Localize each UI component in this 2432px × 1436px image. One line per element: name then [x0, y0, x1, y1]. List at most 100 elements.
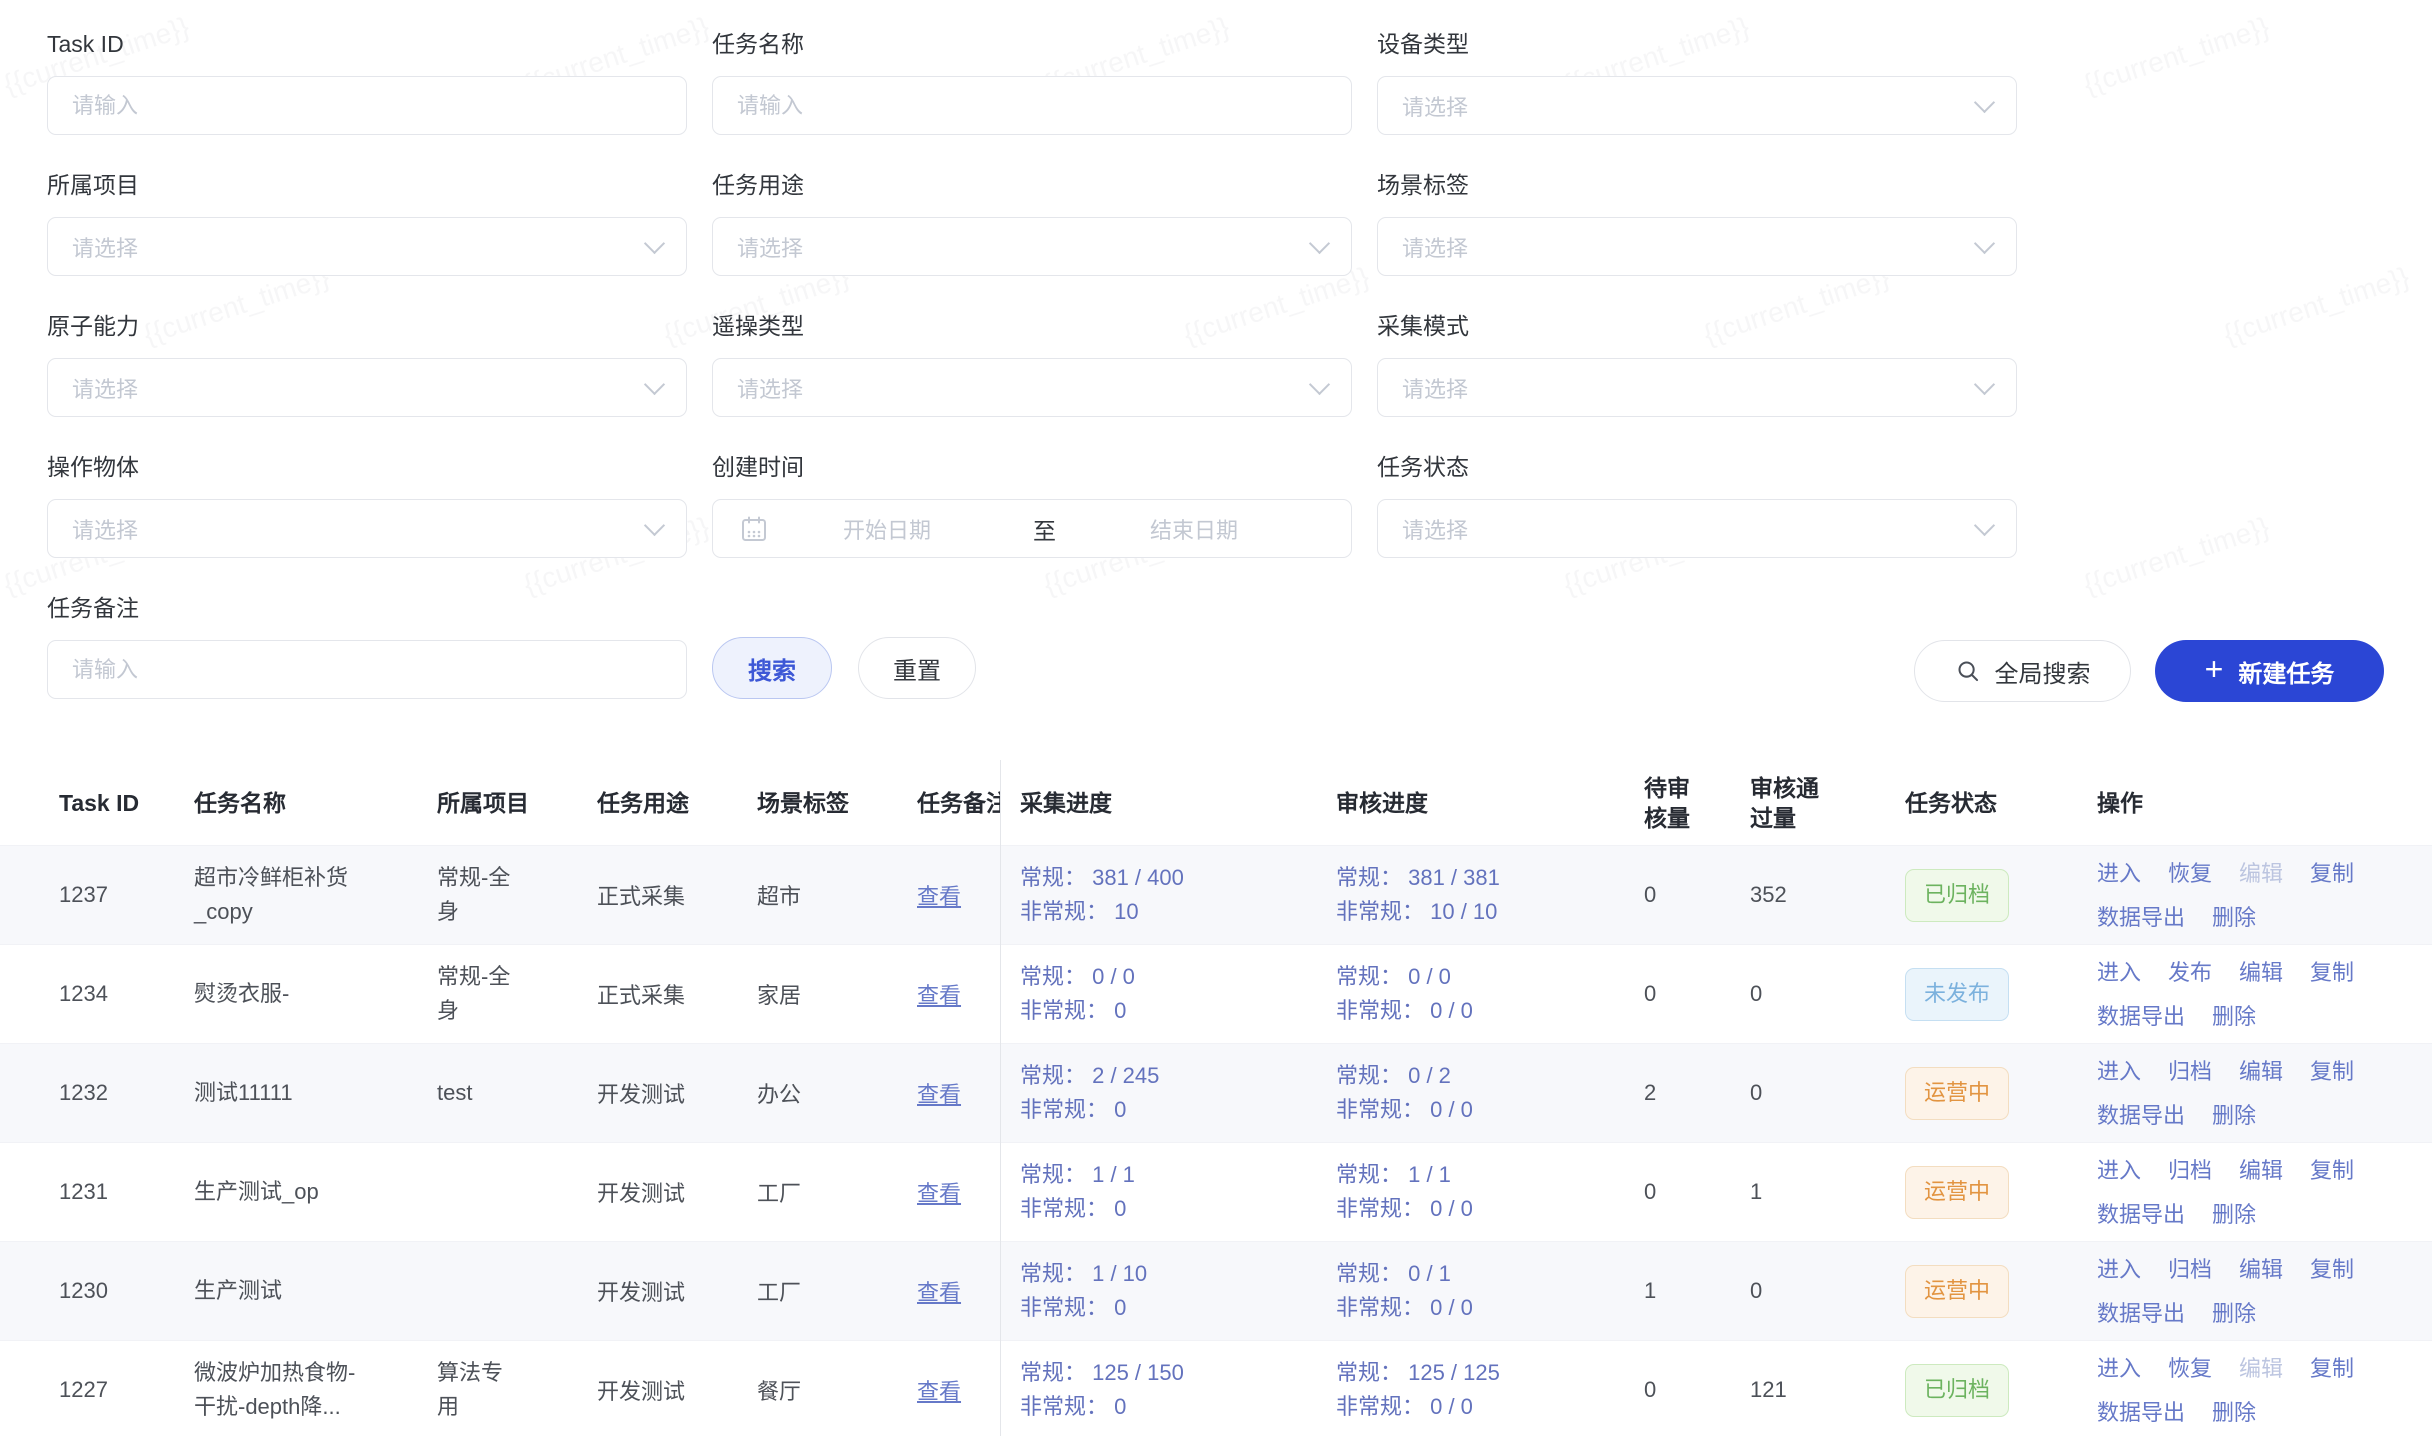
action-link[interactable]: 复制 [2310, 1353, 2354, 1384]
action-link[interactable]: 进入 [2097, 957, 2141, 988]
action-link[interactable]: 数据导出 [2097, 1397, 2185, 1428]
operation-links: 进入恢复编辑复制数据导出删除 [2097, 858, 2388, 933]
view-remark-link[interactable]: 查看 [917, 1379, 961, 1404]
atomic-ability-select[interactable]: 请选择 [47, 358, 687, 417]
operate-object-label: 操作物体 [47, 453, 687, 481]
view-remark-link[interactable]: 查看 [917, 884, 961, 909]
cell-task-status: 运营中 [1901, 1067, 2091, 1120]
task-status-select[interactable]: 请选择 [1377, 499, 2017, 558]
cell-task-name: 生产测试_op [194, 1175, 437, 1209]
action-link[interactable]: 归档 [2168, 1155, 2212, 1186]
action-link[interactable]: 进入 [2097, 858, 2141, 889]
filter-scene-tag: 场景标签 请选择 [1377, 171, 2017, 276]
task-name-input[interactable] [712, 76, 1352, 135]
end-date-placeholder[interactable]: 结束日期 [1150, 513, 1238, 545]
action-link[interactable]: 编辑 [2239, 1254, 2283, 1285]
action-link[interactable]: 进入 [2097, 1056, 2141, 1087]
action-link[interactable]: 复制 [2310, 1254, 2354, 1285]
chevron-down-icon [1974, 232, 1995, 253]
select-placeholder: 请选择 [1402, 90, 1468, 122]
plus-icon: + [2205, 653, 2224, 685]
watermark-text: {{current_time}} [2080, 511, 2273, 601]
view-remark-link[interactable]: 查看 [917, 983, 961, 1008]
collect-mode-select[interactable]: 请选择 [1377, 358, 2017, 417]
task-name-text: 生产测试_op [194, 1175, 319, 1209]
operation-links: 进入归档编辑复制数据导出删除 [2097, 1254, 2388, 1329]
action-link[interactable]: 删除 [2212, 1298, 2256, 1329]
action-link[interactable]: 编辑 [2239, 1056, 2283, 1087]
action-link[interactable]: 删除 [2212, 1100, 2256, 1131]
calendar-icon [739, 514, 769, 544]
view-remark-link[interactable]: 查看 [917, 1082, 961, 1107]
action-link[interactable]: 复制 [2310, 1056, 2354, 1087]
cell-task-id: 1234 [0, 981, 194, 1007]
global-search-button[interactable]: 全局搜索 [1914, 640, 2131, 702]
view-remark-link[interactable]: 查看 [917, 1181, 961, 1206]
project-select[interactable]: 请选择 [47, 217, 687, 276]
task-name-text: 生产测试 [194, 1274, 282, 1308]
cell-project: 常规-全身 [437, 861, 597, 929]
task-remark-input[interactable] [47, 640, 687, 699]
cell-remark: 查看 [917, 1374, 1000, 1406]
cell-task-status: 已归档 [1901, 869, 2091, 922]
search-icon [1955, 658, 1982, 685]
action-link[interactable]: 复制 [2310, 1155, 2354, 1186]
status-badge: 运营中 [1905, 1265, 2009, 1318]
action-link[interactable]: 数据导出 [2097, 1100, 2185, 1131]
action-link[interactable]: 删除 [2212, 902, 2256, 933]
global-search-label: 全局搜索 [1995, 654, 2091, 689]
action-link[interactable]: 进入 [2097, 1254, 2141, 1285]
action-link[interactable]: 进入 [2097, 1353, 2141, 1384]
action-link[interactable]: 删除 [2212, 1397, 2256, 1428]
action-link[interactable]: 编辑 [2239, 957, 2283, 988]
action-link[interactable]: 发布 [2168, 957, 2212, 988]
header-approved-count: 审核通过量 [1746, 773, 1901, 833]
filter-collect-mode: 采集模式 请选择 [1377, 312, 2017, 417]
review-progress-line: 非常规： 0 / 0 [1336, 994, 1636, 1028]
filter-task-remark: 任务备注 [47, 594, 687, 699]
cell-collect-progress: 常规： 2 / 245非常规： 0 [1000, 1059, 1330, 1127]
action-link[interactable]: 数据导出 [2097, 902, 2185, 933]
action-link[interactable]: 删除 [2212, 1199, 2256, 1230]
select-placeholder: 请选择 [737, 231, 803, 263]
filter-task-status: 任务状态 请选择 [1377, 453, 2017, 558]
filter-purpose: 任务用途 请选择 [712, 171, 1352, 276]
cell-project [437, 1179, 597, 1205]
scene-tag-select[interactable]: 请选择 [1377, 217, 2017, 276]
action-link[interactable]: 复制 [2310, 858, 2354, 889]
action-link[interactable]: 删除 [2212, 1001, 2256, 1032]
start-date-placeholder[interactable]: 开始日期 [843, 513, 931, 545]
action-link[interactable]: 编辑 [2239, 1155, 2283, 1186]
view-remark-link[interactable]: 查看 [917, 1280, 961, 1305]
cell-pending-count: 0 [1636, 1377, 1746, 1403]
action-link[interactable]: 数据导出 [2097, 1199, 2185, 1230]
review-progress-line: 非常规： 0 / 0 [1336, 1093, 1636, 1127]
reset-button[interactable]: 重置 [858, 637, 976, 699]
cell-project: 常规-全身 [437, 960, 597, 1028]
device-type-select[interactable]: 请选择 [1377, 76, 2017, 135]
header-collect-progress: 采集进度 [1000, 788, 1330, 818]
action-link[interactable]: 恢复 [2168, 1353, 2212, 1384]
status-badge: 运营中 [1905, 1166, 2009, 1219]
purpose-select[interactable]: 请选择 [712, 217, 1352, 276]
action-link[interactable]: 归档 [2168, 1254, 2212, 1285]
action-link[interactable]: 数据导出 [2097, 1298, 2185, 1329]
action-link[interactable]: 进入 [2097, 1155, 2141, 1186]
action-link[interactable]: 数据导出 [2097, 1001, 2185, 1032]
table-row: 1234熨烫衣服-常规-全身正式采集家居查看常规： 0 / 0非常规： 0常规：… [0, 944, 2432, 1043]
action-link[interactable]: 归档 [2168, 1056, 2212, 1087]
header-scene-tag: 场景标签 [757, 788, 917, 818]
action-link[interactable]: 复制 [2310, 957, 2354, 988]
teleop-type-select[interactable]: 请选择 [712, 358, 1352, 417]
task-name-text: 微波炉加热食物-干扰-depth降... [194, 1356, 366, 1424]
create-time-range-picker[interactable]: 开始日期 至 结束日期 [712, 499, 1352, 558]
operate-object-select[interactable]: 请选择 [47, 499, 687, 558]
search-button[interactable]: 搜索 [712, 637, 832, 699]
task-id-input[interactable] [47, 76, 687, 135]
action-link[interactable]: 恢复 [2168, 858, 2212, 889]
cell-task-name: 超市冷鲜柜补货_copy [194, 861, 437, 929]
task-name-text: 熨烫衣服- [194, 977, 289, 1011]
task-name-label: 任务名称 [712, 30, 1352, 58]
cell-scene-tag: 餐厅 [757, 1374, 917, 1406]
new-task-button[interactable]: + 新建任务 [2155, 640, 2384, 702]
